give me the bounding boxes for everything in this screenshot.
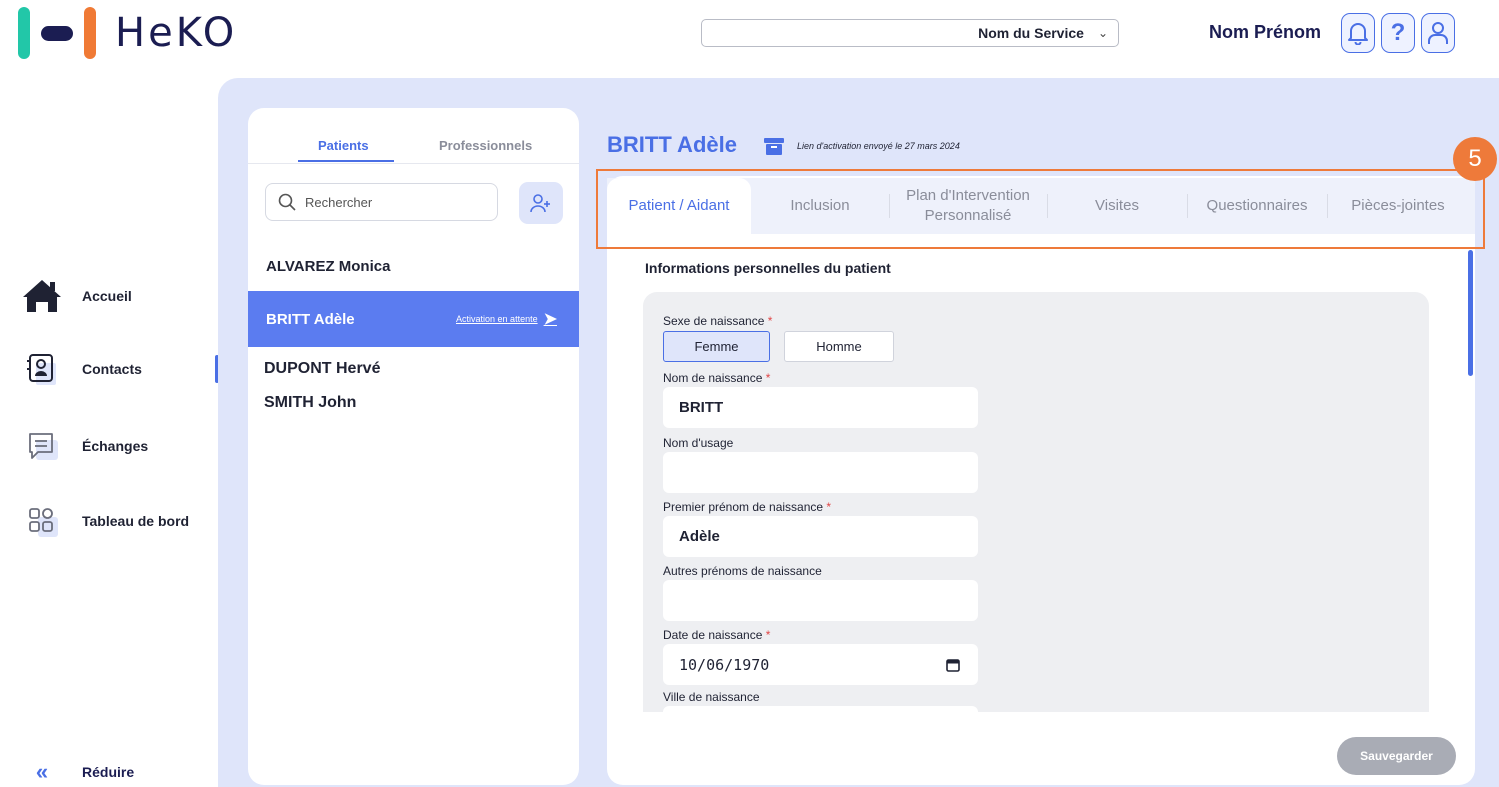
- tabs-divider: [248, 163, 579, 164]
- nom-naissance-input[interactable]: BRITT: [663, 387, 978, 428]
- archive-icon[interactable]: [764, 138, 784, 155]
- save-button[interactable]: Sauvegarder: [1337, 737, 1456, 775]
- nav-item-tableau-de-bord[interactable]: Tableau de bord: [20, 499, 189, 543]
- logo-bar-orange: [84, 7, 96, 59]
- user-icon: [1428, 22, 1448, 44]
- patient-row-selected[interactable]: BRITT Adèle Activation en attente ➤: [248, 291, 579, 347]
- patient-name: DUPONT Hervé: [264, 360, 381, 377]
- notifications-button[interactable]: [1341, 13, 1375, 53]
- chevron-down-icon: ⌄: [1097, 26, 1108, 40]
- activation-note: Lien d'activation envoyé le 27 mars 2024: [797, 141, 960, 151]
- sexe-label: Sexe de naissance *: [663, 314, 773, 328]
- add-user-icon: [530, 194, 550, 213]
- double-chevron-left-icon: «: [35, 759, 49, 784]
- date-naissance-label: Date de naissance *: [663, 628, 771, 642]
- nom-naissance-label: Nom de naissance *: [663, 371, 771, 385]
- user-name: Nom Prénom: [1209, 22, 1322, 42]
- activation-status-text: Activation en attente: [456, 314, 538, 324]
- search-box[interactable]: [265, 183, 498, 221]
- logo-wordmark: HeKO: [115, 10, 238, 56]
- nom-usage-input[interactable]: [663, 452, 978, 493]
- autres-prenoms-label: Autres prénoms de naissance: [663, 564, 822, 578]
- contacts-icon: [20, 347, 64, 391]
- nav-item-echanges[interactable]: Échanges: [20, 424, 148, 468]
- dashboard-icon: [20, 499, 64, 543]
- tab-active-underline: [298, 160, 394, 162]
- help-button[interactable]: ?: [1381, 13, 1415, 53]
- heko-logo[interactable]: HeKO: [18, 7, 237, 59]
- profile-button[interactable]: [1421, 13, 1455, 53]
- chat-icon: [20, 424, 64, 468]
- collapse-nav-button[interactable]: « Réduire: [20, 752, 134, 787]
- service-select-value: Nom du Service: [978, 25, 1084, 41]
- nav-label-tableau-de-bord: Tableau de bord: [82, 513, 190, 529]
- tab-patients[interactable]: Patients: [318, 138, 369, 153]
- section-title: Informations personnelles du patient: [645, 260, 891, 276]
- ville-naissance-input[interactable]: [663, 706, 978, 712]
- activation-status-link[interactable]: Activation en attente ➤: [456, 309, 557, 329]
- date-naissance-input[interactable]: 10/06/1970: [663, 644, 978, 685]
- ville-naissance-label: Ville de naissance: [663, 690, 760, 704]
- calendar-icon[interactable]: [946, 658, 960, 672]
- patient-row[interactable]: SMITH John: [248, 385, 579, 421]
- patient-row[interactable]: ALVAREZ Monica: [248, 248, 579, 284]
- patient-name: BRITT Adèle: [266, 310, 355, 328]
- sexe-homme-button[interactable]: Homme: [784, 331, 894, 362]
- prenom-input[interactable]: Adèle: [663, 516, 978, 557]
- bell-icon: [1348, 23, 1368, 45]
- tab-professionnels[interactable]: Professionnels: [439, 138, 532, 153]
- patient-title: BRITT Adèle: [607, 132, 737, 157]
- nav-item-contacts[interactable]: Contacts: [20, 347, 142, 391]
- scrollbar-thumb[interactable]: [1468, 250, 1473, 376]
- logo-bar-navy: [41, 25, 73, 41]
- logo-bar-teal: [18, 7, 30, 59]
- annotation-highlight: [596, 169, 1485, 249]
- search-icon: [278, 193, 296, 211]
- annotation-step-badge: 5: [1453, 137, 1497, 181]
- patient-row[interactable]: DUPONT Hervé: [248, 351, 579, 387]
- contacts-panel: Patients Professionnels ALVAREZ Monica B…: [248, 108, 579, 785]
- search-input[interactable]: [305, 194, 495, 210]
- patient-name: SMITH John: [264, 394, 357, 411]
- service-select[interactable]: Nom du Service ⌄: [701, 19, 1119, 47]
- nav-label-contacts: Contacts: [82, 361, 142, 377]
- nav-label-echanges: Échanges: [82, 438, 149, 454]
- collapse-nav-label: Réduire: [82, 764, 135, 780]
- patient-form: Sexe de naissance * Femme Homme Nom de n…: [643, 292, 1429, 712]
- patient-name: ALVAREZ Monica: [266, 257, 391, 275]
- nom-usage-label: Nom d'usage: [663, 436, 734, 450]
- add-patient-button[interactable]: [519, 182, 563, 224]
- arrow-right-icon: ➤: [543, 311, 557, 328]
- sexe-femme-button[interactable]: Femme: [663, 331, 770, 362]
- home-icon: [20, 274, 64, 318]
- nav-item-accueil[interactable]: Accueil: [20, 274, 132, 318]
- autres-prenoms-input[interactable]: [663, 580, 978, 621]
- prenom-label: Premier prénom de naissance *: [663, 500, 832, 514]
- nav-label-accueil: Accueil: [82, 288, 132, 304]
- help-icon: ?: [1390, 19, 1406, 46]
